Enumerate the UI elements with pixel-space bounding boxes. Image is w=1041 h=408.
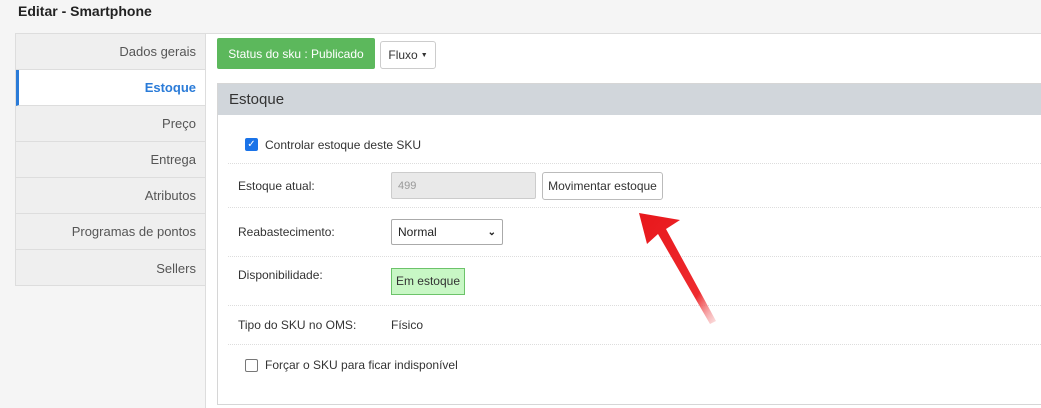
sidebar-item-label: Preço [162,116,196,131]
caret-down-icon: ▼ [420,51,428,59]
sidebar-item-label: Estoque [144,80,196,95]
availability-badge: Em estoque [391,267,465,295]
sidebar-item-sellers[interactable]: Sellers [16,250,206,286]
panel-title: Estoque [218,84,1041,115]
sidebar-item-preco[interactable]: Preço [16,106,206,142]
control-stock-checkbox[interactable]: ✓ [245,138,258,151]
force-unavailable-label: Forçar o SKU para ficar indisponível [265,358,458,372]
current-stock-field[interactable]: 499 [391,172,536,199]
force-unavailable-checkbox[interactable] [245,358,258,372]
restock-selected-value: Normal [398,225,437,239]
sidebar-item-label: Programas de pontos [71,224,196,239]
sidebar-item-entrega[interactable]: Entrega [16,142,206,178]
availability-label: Disponibilidade: [238,268,323,282]
red-arrow-annotation-icon [639,213,716,324]
current-stock-label: Estoque atual: [238,178,315,193]
move-stock-button[interactable]: Movimentar estoque [542,171,663,200]
sidebar-item-label: Atributos [144,188,196,203]
checkmark-icon: ✓ [247,138,256,150]
sidebar-item-label: Sellers [156,260,196,276]
current-stock-row: Estoque atual: 499 Movimentar estoque [228,164,1041,208]
flow-dropdown-button[interactable]: Fluxo ▼ [380,41,436,69]
oms-type-value: Físico [391,318,424,332]
flow-button-label: Fluxo [388,48,418,62]
sidebar-item-atributos[interactable]: Atributos [16,178,206,214]
restock-select[interactable]: Normal ⌄ [391,219,503,245]
oms-type-label: Tipo do SKU no OMS: [238,318,357,332]
sidebar: Dados gerais Estoque Preço Entrega Atrib… [15,33,206,286]
sidebar-item-label: Entrega [150,152,196,167]
sidebar-item-dados-gerais[interactable]: Dados gerais [16,34,206,70]
arrow-shape [639,213,716,324]
control-stock-label: Controlar estoque deste SKU [265,137,422,152]
page-title: Editar - Smartphone [18,3,152,19]
restock-label: Reabastecimento: [238,225,335,239]
sidebar-item-label: Dados gerais [119,44,196,59]
sidebar-item-estoque[interactable]: Estoque [16,70,206,106]
chevron-down-icon: ⌄ [487,226,496,238]
force-unavailable-row: Forçar o SKU para ficar indisponível [228,345,1041,385]
sidebar-item-programas-de-pontos[interactable]: Programas de pontos [16,214,206,250]
control-stock-row: ✓ Controlar estoque deste SKU [228,126,1041,164]
stock-panel: Estoque ✓ Controlar estoque deste SKU Es… [217,83,1041,405]
status-badge: Status do sku : Publicado [217,38,375,69]
main-content: Status do sku : Publicado Fluxo ▼ Estoqu… [205,33,1041,408]
